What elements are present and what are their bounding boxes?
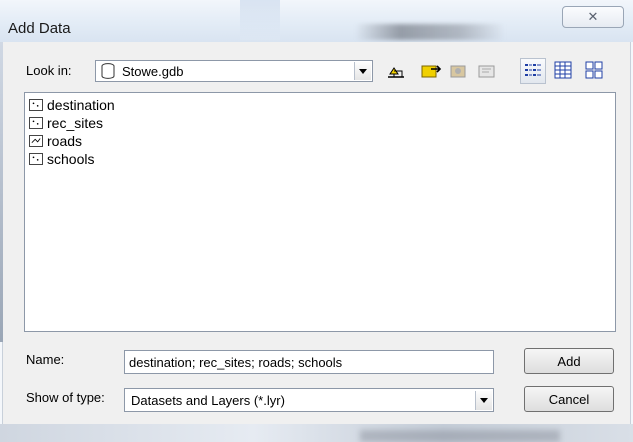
look-in-value: Stowe.gdb: [122, 64, 184, 79]
up-one-level-icon: [388, 67, 404, 78]
list-item-label: roads: [47, 133, 83, 149]
chevron-down-icon[interactable]: [475, 391, 492, 410]
title-bar[interactable]: Add Data ✕: [0, 0, 633, 42]
titlebar-blur: [355, 24, 505, 40]
dialog-title: Add Data: [8, 20, 71, 37]
list-item-label: rec_sites: [47, 115, 104, 131]
thumbnails-view-icon: [585, 61, 603, 79]
new-folder-button[interactable]: [474, 58, 500, 84]
close-icon: ✕: [587, 9, 599, 24]
disconnect-folder-icon: [450, 65, 466, 78]
line-feature-class-icon: [29, 135, 43, 147]
show-of-type-label: Show of type:: [26, 390, 105, 405]
look-in-label: Look in:: [26, 63, 72, 78]
window-bottom-edge: [0, 424, 633, 442]
point-feature-class-icon: [29, 153, 43, 165]
chevron-down-icon[interactable]: [354, 62, 371, 80]
thumbnails-view-button[interactable]: [582, 58, 608, 84]
list-view-icon: [525, 64, 541, 76]
new-folder-icon: [478, 65, 495, 78]
list-item-label: destination: [47, 97, 115, 113]
window-left-edge: [0, 42, 3, 342]
file-list[interactable]: destination rec_sites roads schools: [24, 92, 616, 332]
show-of-type-value: Datasets and Layers (*.lyr): [131, 393, 285, 408]
connect-folder-button[interactable]: [418, 58, 444, 84]
connect-folder-icon: [421, 65, 442, 78]
up-one-level-button[interactable]: [383, 58, 409, 84]
add-button[interactable]: Add: [524, 348, 614, 374]
list-view-button[interactable]: [520, 58, 546, 84]
database-icon: [101, 63, 115, 79]
disconnect-folder-button[interactable]: [446, 58, 472, 84]
titlebar-reflection: [240, 0, 280, 40]
close-button[interactable]: ✕: [562, 6, 624, 28]
cancel-button[interactable]: Cancel: [524, 386, 614, 412]
name-label: Name:: [26, 352, 65, 367]
add-data-dialog: Add Data ✕ Look in: Stowe.gdb destinatio…: [0, 0, 633, 442]
list-item-label: schools: [47, 151, 95, 167]
point-feature-class-icon: [29, 117, 43, 129]
name-input[interactable]: [124, 350, 494, 374]
point-feature-class-icon: [29, 99, 43, 111]
look-in-dropdown[interactable]: Stowe.gdb: [95, 60, 373, 82]
details-view-button[interactable]: [551, 58, 577, 84]
details-view-icon: [554, 61, 572, 79]
show-of-type-dropdown[interactable]: Datasets and Layers (*.lyr): [124, 388, 494, 412]
